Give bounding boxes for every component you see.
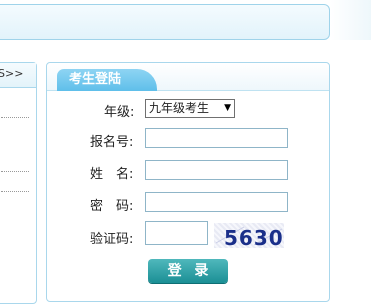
more-link[interactable]: S>> (0, 67, 23, 80)
password-label: 密 码: (90, 199, 134, 214)
left-panel-header: S>> (0, 63, 36, 88)
list-divider (1, 171, 29, 172)
grade-select[interactable]: 九年级考生 ▼ (145, 99, 235, 118)
reg-no-input[interactable] (145, 128, 288, 148)
name-input[interactable] (145, 160, 288, 180)
captcha-image[interactable]: 5630 (214, 223, 284, 250)
login-panel-header: 考生登陆 (47, 63, 329, 91)
captcha-input[interactable] (145, 221, 208, 245)
password-input[interactable] (145, 192, 288, 212)
list-divider (1, 191, 29, 192)
top-banner-fade (330, 0, 371, 40)
login-button[interactable]: 登 录 (148, 259, 228, 283)
list-divider (1, 117, 29, 118)
grade-label: 年级: (104, 105, 135, 120)
name-label: 姓 名: (90, 167, 134, 182)
grade-select-value: 九年级考生 (149, 101, 210, 115)
login-tab: 考生登陆 (57, 69, 157, 91)
left-news-panel: S>> (0, 62, 37, 304)
reg-no-label: 报名号: (90, 135, 134, 150)
captcha-label: 验证码: (90, 232, 134, 247)
chevron-down-icon: ▼ (224, 103, 231, 113)
top-banner (0, 4, 330, 40)
captcha-code: 5630 (224, 226, 284, 250)
